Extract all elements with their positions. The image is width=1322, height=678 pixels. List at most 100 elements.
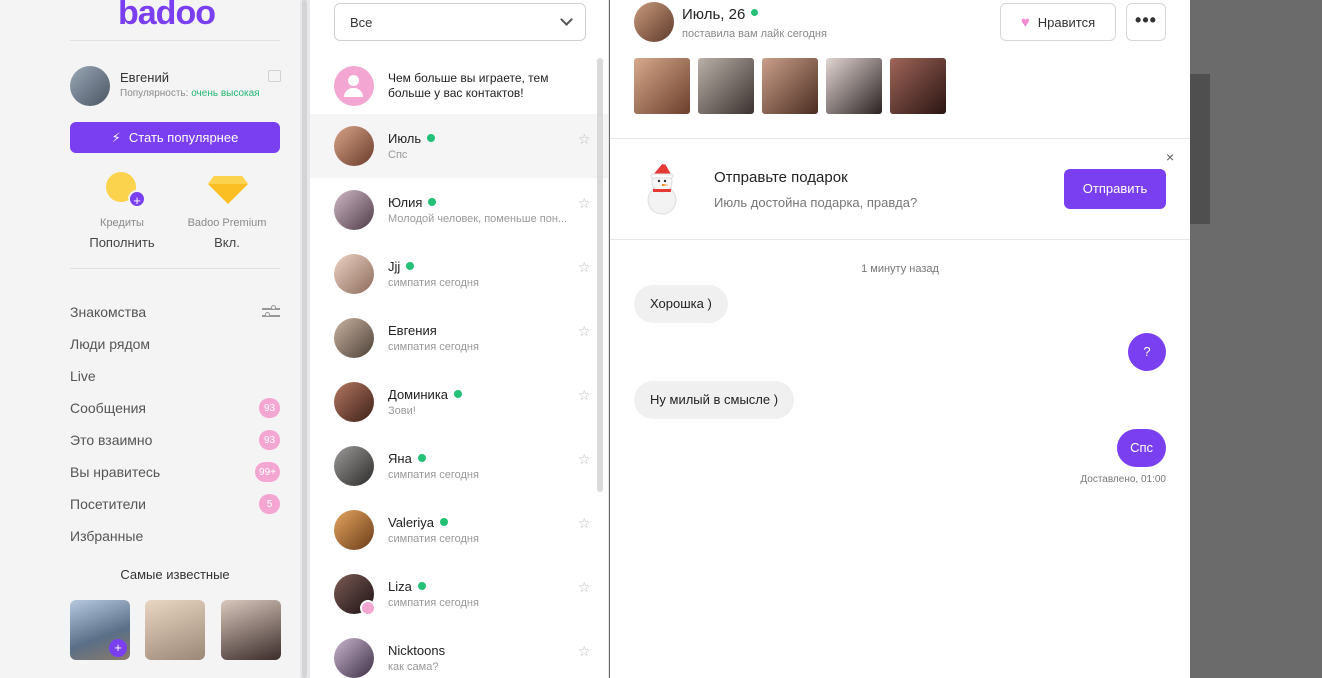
snowman-gift-icon xyxy=(647,160,677,215)
star-icon[interactable]: ☆ xyxy=(578,579,591,596)
nav-label: Live xyxy=(70,368,96,384)
online-indicator xyxy=(751,9,759,16)
nav-item-live[interactable]: Live xyxy=(70,360,280,392)
outgoing-message[interactable]: Спс xyxy=(1117,429,1166,467)
incoming-message[interactable]: Хорошка ) xyxy=(634,285,728,323)
gift-text: Июль достойна подарка, правда? xyxy=(714,195,918,210)
credits-coin-icon[interactable]: + xyxy=(106,172,146,208)
nav-label: Сообщения xyxy=(70,400,146,416)
profile-photo-thumb[interactable] xyxy=(826,58,882,114)
filter-settings-icon[interactable] xyxy=(262,305,280,319)
incoming-message[interactable]: Ну милый в смысле ) xyxy=(634,381,795,419)
star-icon[interactable]: ☆ xyxy=(578,323,591,340)
outgoing-message[interactable]: ? xyxy=(1128,333,1166,371)
conversation-preview: симпатия сегодня xyxy=(388,469,479,481)
nav-label: Это взаимно xyxy=(70,432,153,448)
add-icon[interactable]: + xyxy=(109,639,127,657)
add-credits-icon[interactable]: + xyxy=(128,190,146,208)
popularity-label: Популярность: xyxy=(120,88,189,99)
nav-item-visitors[interactable]: Посетители 5 xyxy=(70,488,280,520)
conversation-item[interactable]: Jjj симпатия сегодня ☆ xyxy=(310,242,608,306)
famous-tile-self[interactable]: + xyxy=(70,600,130,660)
send-gift-button[interactable]: Отправить xyxy=(1064,169,1166,209)
nav-item-liked-you[interactable]: Вы нравитесь 99+ xyxy=(70,456,280,488)
avatar xyxy=(334,446,374,486)
conversation-name: Nicktoons xyxy=(388,643,446,658)
delivery-status: Доставлено, 01:00 xyxy=(1080,474,1166,485)
chat-contact-name[interactable]: Июль, 26 xyxy=(682,6,759,23)
nav-label: Вы нравитесь xyxy=(70,464,161,480)
conversation-scrollbar[interactable] xyxy=(597,58,603,492)
star-icon[interactable]: ☆ xyxy=(578,387,591,404)
nav-label: Знакомства xyxy=(70,304,147,320)
profile-photo-thumb[interactable] xyxy=(890,58,946,114)
nav-item-encounters[interactable]: Знакомства xyxy=(70,296,280,328)
online-indicator xyxy=(427,134,436,142)
lightning-icon: ⚡ xyxy=(111,129,121,145)
conversation-name: Июль xyxy=(388,131,436,146)
liked-you-count-badge: 99+ xyxy=(255,462,280,482)
credits-topup-link[interactable]: Пополнить xyxy=(72,235,172,250)
nav-item-mutual[interactable]: Это взаимно 93 xyxy=(70,424,280,456)
avatar xyxy=(334,510,374,550)
nav-item-people-nearby[interactable]: Люди рядом xyxy=(70,328,280,360)
conversation-item[interactable]: Valeriya симпатия сегодня ☆ xyxy=(310,498,608,562)
more-options-button[interactable]: ••• xyxy=(1126,3,1166,41)
conversation-preview: симпатия сегодня xyxy=(388,533,479,545)
conversation-item[interactable]: Liza симпатия сегодня ☆ xyxy=(310,562,608,626)
gift-title: Отправьте подарок xyxy=(714,169,848,186)
like-label: Нравится xyxy=(1037,14,1096,30)
filter-value: Все xyxy=(350,15,373,30)
star-icon[interactable]: ☆ xyxy=(578,131,591,148)
close-icon[interactable]: × xyxy=(1166,149,1174,165)
conversation-preview: симпатия сегодня xyxy=(388,277,479,289)
nav-label: Посетители xyxy=(70,496,146,512)
star-icon[interactable]: ☆ xyxy=(578,259,591,276)
profile-photo-thumb[interactable] xyxy=(762,58,818,114)
conversation-item[interactable]: Nicktoons как сама? ☆ xyxy=(310,626,608,678)
chat-avatar[interactable] xyxy=(634,2,674,42)
conversation-item[interactable]: Юлия Молодой человек, поменьше пон... ☆ xyxy=(310,178,608,242)
popularity-text: Популярность: очень высокая xyxy=(120,88,260,99)
profile-photo-thumb[interactable] xyxy=(634,58,690,114)
profile-name[interactable]: Евгений xyxy=(120,70,169,85)
famous-tile[interactable] xyxy=(221,600,281,660)
conversation-item[interactable]: Евгения симпатия сегодня ☆ xyxy=(310,306,608,370)
premium-caption: Badoo Premium xyxy=(187,217,267,229)
star-icon[interactable]: ☆ xyxy=(578,195,591,212)
nav-item-favorites[interactable]: Избранные xyxy=(70,520,280,552)
famous-tile[interactable] xyxy=(145,600,205,660)
conversation-preview: Спс xyxy=(388,149,408,161)
badoo-logo[interactable]: badoo xyxy=(118,0,216,33)
online-indicator xyxy=(454,390,463,398)
logout-icon[interactable] xyxy=(268,70,281,82)
messages-count-badge: 93 xyxy=(259,398,280,418)
conversation-item[interactable]: Яна симпатия сегодня ☆ xyxy=(310,434,608,498)
star-icon[interactable]: ☆ xyxy=(578,643,591,660)
avatar[interactable] xyxy=(70,66,110,106)
divider xyxy=(70,268,280,269)
star-icon[interactable]: ☆ xyxy=(578,451,591,468)
like-button[interactable]: ♥ Нравится xyxy=(1000,3,1116,41)
nav-item-messages[interactable]: Сообщения 93 xyxy=(70,392,280,424)
gift-badge-icon xyxy=(360,600,376,616)
nav-label: Люди рядом xyxy=(70,336,151,352)
conversation-item[interactable]: Июль Спс ☆ xyxy=(310,114,608,178)
star-icon[interactable]: ☆ xyxy=(578,515,591,532)
promo-banner[interactable]: Чем больше вы играете, тем больше у вас … xyxy=(310,58,608,114)
online-indicator xyxy=(440,518,449,526)
conversation-filter-select[interactable]: Все xyxy=(334,3,586,41)
premium-diamond-icon[interactable] xyxy=(208,172,248,204)
conversation-preview: Зови! xyxy=(388,405,416,417)
premium-status[interactable]: Вкл. xyxy=(177,235,277,250)
main-nav: Знакомства Люди рядом Live Сообщения 93 … xyxy=(70,296,280,552)
profile-photo-thumb[interactable] xyxy=(698,58,754,114)
conversation-preview: симпатия сегодня xyxy=(388,597,479,609)
become-popular-label: Стать популярнее xyxy=(128,130,239,145)
avatar xyxy=(334,190,374,230)
online-indicator xyxy=(406,262,415,270)
sidebar-scrollbar[interactable] xyxy=(300,0,310,678)
conversation-item[interactable]: Доминика Зови! ☆ xyxy=(310,370,608,434)
become-popular-button[interactable]: ⚡ Стать популярнее xyxy=(70,122,280,153)
chevron-down-icon xyxy=(560,13,573,26)
